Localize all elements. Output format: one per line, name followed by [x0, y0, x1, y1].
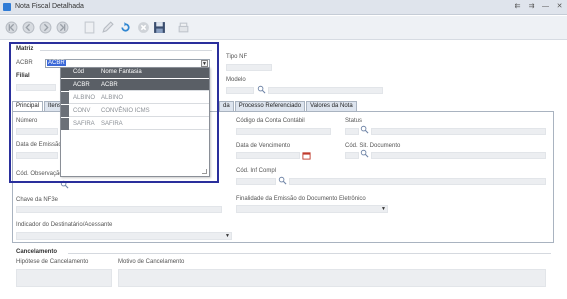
indicador-label: Indicador do Destinatário/Acessante [16, 222, 113, 228]
motivo-field[interactable] [118, 269, 546, 287]
restore-left-button[interactable]: ⇇ [512, 2, 523, 12]
chave-nf3e-label: Chave da NF3e [16, 197, 59, 203]
window-title: Nota Fiscal Detalhada [15, 3, 84, 10]
app-icon [3, 3, 11, 11]
chevron-down-icon[interactable]: ▼ [201, 60, 208, 67]
list-item[interactable]: SAFIRA SAFIRA [61, 118, 209, 130]
numero-label: Número [16, 118, 38, 124]
finalidade-select[interactable]: ▼ [236, 205, 388, 213]
matriz-label: Matriz [16, 46, 34, 52]
status-label: Status [345, 118, 363, 124]
tipo-nf-field[interactable] [226, 64, 272, 71]
data-emissao-field[interactable] [16, 152, 58, 159]
cod-sit-documento-field[interactable] [345, 152, 359, 159]
edit-pencil-icon[interactable] [100, 20, 115, 35]
cod-observacao-label: Cód. Observação [16, 171, 63, 177]
new-document-icon[interactable] [82, 20, 97, 35]
tab-hidden-da[interactable]: da [219, 101, 234, 111]
modelo-field[interactable] [226, 87, 254, 94]
acbr-label: ACBR [16, 60, 33, 66]
hipotese-field[interactable] [16, 269, 112, 287]
close-button[interactable]: ✕ [554, 2, 565, 12]
data-vencimento-label: Data de Vencimento [236, 143, 291, 149]
list-item[interactable]: ACBR ACBR [61, 79, 209, 91]
matriz-separator [40, 50, 212, 51]
matriz-combo-value: ACBR [47, 60, 66, 66]
search-icon[interactable] [257, 85, 266, 94]
search-icon[interactable] [278, 176, 287, 185]
cancelamento-separator [68, 253, 551, 254]
modelo-label: Modelo [226, 77, 246, 83]
cod-inf-compl-label: Cód. Inf Compl [236, 168, 277, 174]
chevron-down-icon: ▼ [225, 233, 230, 239]
cod-inf-compl-description-field [289, 178, 546, 185]
refresh-icon[interactable] [118, 20, 133, 35]
column-header-nome-fantasia: Nome Fantasia [101, 69, 142, 75]
tipo-nf-label: Tipo NF [226, 54, 248, 60]
search-icon[interactable] [60, 180, 69, 189]
cod-inf-compl-field[interactable] [236, 178, 276, 185]
toolbar [0, 16, 567, 40]
codigo-conta-contabil-label: Código da Conta Contábil [236, 118, 305, 124]
numero-field[interactable] [16, 128, 58, 135]
minimize-button[interactable]: — [540, 2, 551, 12]
cod-sit-documento-label: Cód. Sit. Documento [345, 143, 401, 149]
cancel-icon[interactable] [136, 20, 151, 35]
dropdown-header: Cód Nome Fantasia [61, 68, 209, 78]
resize-grip-icon[interactable] [202, 169, 207, 174]
previous-record-icon[interactable] [21, 20, 36, 35]
chave-nf3e-field[interactable] [16, 206, 222, 213]
next-record-icon[interactable] [38, 20, 53, 35]
matriz-dropdown-list: Cód Nome Fantasia ACBR ACBR ALBINO ALBIN… [60, 67, 210, 177]
filial-field[interactable] [16, 84, 56, 91]
search-icon[interactable] [360, 149, 369, 158]
tab-valores-da-nota[interactable]: Valores da Nota [306, 101, 357, 111]
status-description-field [371, 128, 546, 135]
save-disk-icon[interactable] [152, 20, 167, 35]
first-record-icon[interactable] [4, 20, 19, 35]
indicador-select[interactable]: ▼ [16, 232, 232, 240]
chevron-down-icon: ▼ [381, 206, 386, 212]
tab-processo-referenciado[interactable]: Processo Referenciado [234, 101, 306, 111]
column-header-cod: Cód [73, 69, 85, 75]
list-item[interactable]: CONV CONVÊNIO ICMS [61, 105, 209, 117]
motivo-label: Motivo de Cancelamento [118, 259, 185, 265]
title-bar: Nota Fiscal Detalhada ⇇ ⇉ — ✕ [0, 0, 567, 15]
data-vencimento-field[interactable] [236, 152, 300, 159]
restore-right-button[interactable]: ⇉ [526, 2, 537, 12]
cancelamento-label: Cancelamento [16, 249, 58, 255]
modelo-description-field [268, 87, 383, 94]
hipotese-label: Hipótese de Cancelamento [16, 259, 89, 265]
status-field[interactable] [345, 128, 359, 135]
cod-sit-documento-description-field [371, 152, 546, 159]
print-icon[interactable] [176, 20, 191, 35]
list-item[interactable]: ALBINO ALBINO [61, 92, 209, 104]
tab-principal[interactable]: Principal [12, 101, 44, 111]
search-icon[interactable] [360, 125, 369, 134]
last-record-icon[interactable] [55, 20, 70, 35]
codigo-conta-contabil-field[interactable] [236, 128, 331, 135]
filial-label: Filial [16, 73, 30, 79]
finalidade-label: Finalidade da Emissão do Documento Eletr… [236, 196, 366, 202]
data-emissao-label: Data de Emissão [16, 142, 62, 148]
calendar-icon[interactable] [302, 151, 311, 160]
